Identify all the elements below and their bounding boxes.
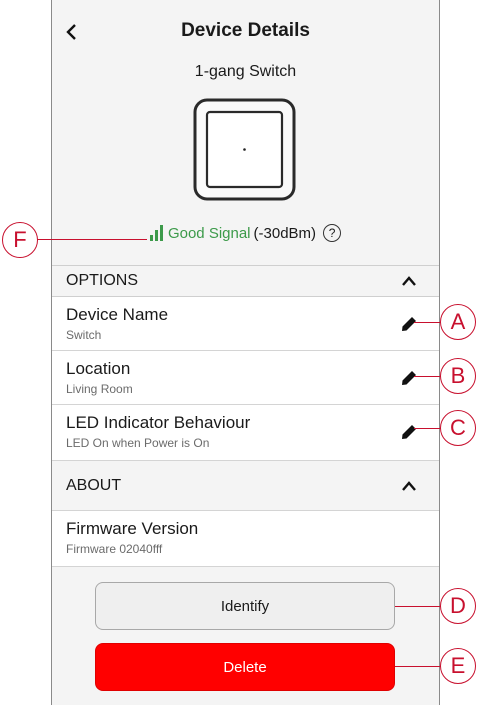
signal-strength-icon <box>149 225 163 241</box>
callout-d-line <box>395 606 442 607</box>
callout-a: A <box>440 304 476 340</box>
device-name-label: Device Name <box>66 305 169 324</box>
help-icon[interactable]: ? <box>323 224 342 242</box>
led-indicator-value: LED On when Power is On <box>66 436 210 450</box>
callout-b-line <box>414 376 442 377</box>
location-label: Location <box>66 359 131 378</box>
device-details-screen: Device Details 1-gang Switch Good Signal… <box>51 0 440 705</box>
about-header-label: ABOUT <box>66 476 122 494</box>
location-value: Living Room <box>66 382 133 396</box>
callout-f-line <box>36 239 147 240</box>
callout-a-line <box>414 322 442 323</box>
signal-quality: Good Signal <box>167 224 251 242</box>
location-row[interactable]: Location Living Room <box>52 351 439 405</box>
callout-e: E <box>440 648 476 684</box>
delete-button[interactable]: Delete <box>95 643 395 691</box>
callout-c-line <box>414 428 442 429</box>
led-indicator-label: LED Indicator Behaviour <box>66 413 251 432</box>
device-name-value: Switch <box>66 328 102 342</box>
device-name-row[interactable]: Device Name Switch <box>52 297 439 351</box>
options-header-label: OPTIONS <box>66 272 139 289</box>
led-indicator-row[interactable]: LED Indicator Behaviour LED On when Powe… <box>52 405 439 461</box>
firmware-row: Firmware Version Firmware 02040fff <box>52 511 439 567</box>
firmware-label: Firmware Version <box>66 519 199 538</box>
options-section-header[interactable]: OPTIONS <box>52 265 439 297</box>
page-title: Device Details <box>181 20 310 41</box>
device-type: 1-gang Switch <box>194 63 297 80</box>
chevron-up-icon <box>402 276 416 286</box>
switch-device-image <box>193 98 296 201</box>
callout-e-line <box>395 666 442 667</box>
edit-pencil-icon[interactable] <box>401 316 417 332</box>
callout-d: D <box>440 588 476 624</box>
identify-button[interactable]: Identify <box>95 582 395 630</box>
callout-f: F <box>2 222 38 258</box>
callout-b: B <box>440 358 476 394</box>
chevron-up-icon <box>402 481 416 491</box>
edit-pencil-icon[interactable] <box>401 370 417 386</box>
edit-pencil-icon[interactable] <box>401 424 417 440</box>
firmware-value: Firmware 02040fff <box>66 542 163 556</box>
callout-c: C <box>440 410 476 446</box>
signal-strength-value: (-30dBm) <box>253 224 317 242</box>
about-section-header[interactable]: ABOUT <box>52 461 439 511</box>
